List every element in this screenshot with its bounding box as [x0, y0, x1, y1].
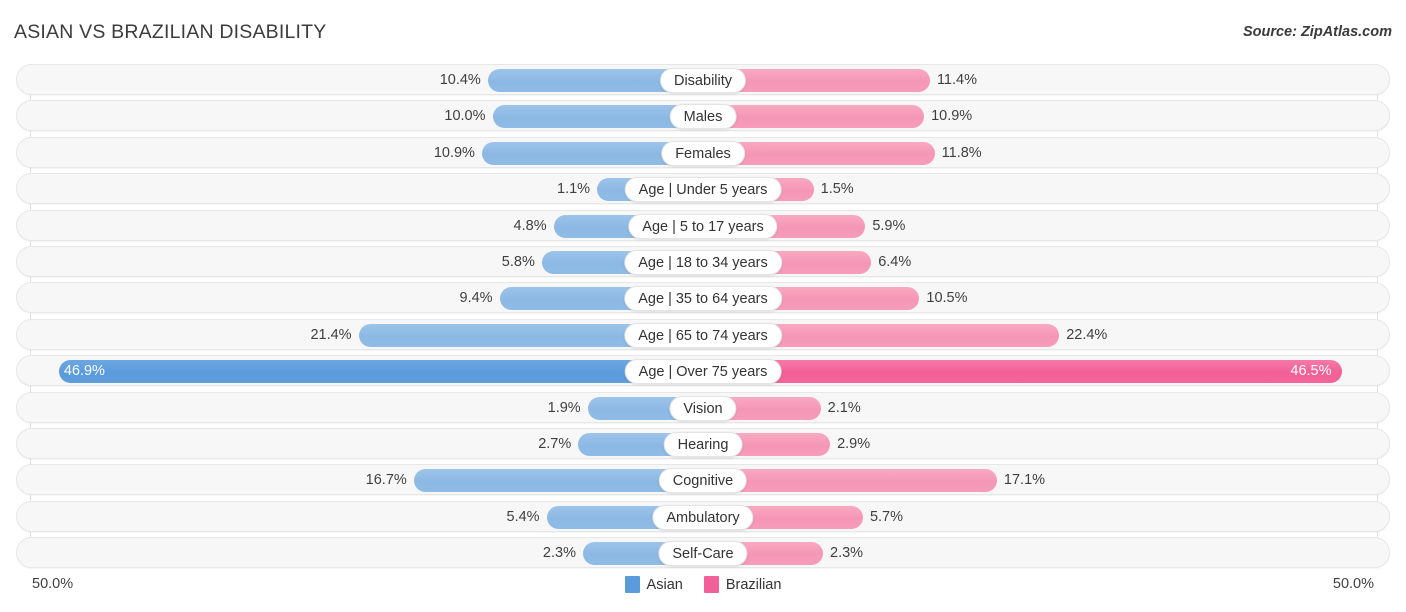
bar-brazilian [704, 469, 997, 493]
bar-value-brazilian: 11.4% [936, 72, 977, 88]
bar-value-asian: 1.9% [547, 399, 581, 416]
bar-value-brazilian: 2.9% [837, 435, 871, 452]
bar-value-brazilian: 10.9% [931, 108, 973, 125]
table-row[interactable]: 16.7% 17.1% Cognitive [16, 464, 1390, 496]
legend-item[interactable]: Brazilian [703, 576, 782, 593]
bar-value-brazilian: 2.3% [830, 545, 864, 562]
row-category-label[interactable]: Males [669, 104, 737, 130]
row-category-label[interactable]: Cognitive [658, 468, 748, 494]
table-row[interactable]: 5.4% 5.7% Ambulatory [16, 500, 1390, 532]
bar-value-brazilian: 46.5% [1290, 363, 1332, 380]
row-category-label[interactable]: Age | Under 5 years [624, 177, 782, 203]
row-category-label[interactable]: Age | 18 to 34 years [624, 249, 782, 275]
bar-value-brazilian: 17.1% [1003, 472, 1046, 489]
legend-item[interactable]: Asian [624, 576, 683, 593]
bar-value-asian: 10.4% [439, 72, 481, 88]
row-category-label[interactable]: Age | Over 75 years [624, 359, 782, 385]
bar-value-brazilian: 10.5% [926, 290, 968, 307]
table-row[interactable]: 4.8% 5.9% Age | 5 to 17 years [16, 209, 1390, 241]
bar-value-brazilian: 22.4% [1066, 326, 1108, 343]
table-row[interactable]: 5.8% 6.4% Age | 18 to 34 years [16, 245, 1390, 277]
row-category-label[interactable]: Age | 5 to 17 years [628, 213, 778, 239]
bar-asian [58, 360, 702, 384]
bar-value-asian: 4.8% [513, 217, 547, 234]
bar-value-brazilian: 1.5% [820, 181, 854, 198]
bar-value-asian: 2.7% [538, 435, 572, 452]
table-row[interactable]: 2.3% 2.3% Self-Care [16, 537, 1390, 569]
bar-row-list: 10.4% 11.4% Disability 10.0% 10.9% Males 10.9%… [0, 64, 1406, 573]
bar-value-asian: 1.1% [557, 181, 591, 198]
row-category-label[interactable]: Disability [659, 68, 747, 93]
bar-value-asian: 10.9% [433, 144, 475, 161]
table-row[interactable]: 1.9% 2.1% Vision [16, 391, 1390, 423]
bar-value-brazilian: 2.1% [827, 399, 861, 416]
source-attribution: Source: ZipAtlas.com [1242, 24, 1392, 40]
bar-value-asian: 9.4% [459, 290, 493, 307]
row-category-label[interactable]: Age | 35 to 64 years [624, 286, 782, 312]
bar-value-brazilian: 5.9% [872, 217, 906, 234]
bar-value-asian: 46.9% [63, 363, 105, 380]
bar-value-asian: 10.0% [444, 108, 486, 125]
row-category-label[interactable]: Self-Care [658, 541, 748, 567]
bar-value-brazilian: 11.8% [941, 144, 982, 161]
legend-label: Asian [646, 576, 683, 593]
bar-value-asian: 16.7% [365, 472, 407, 489]
row-category-label[interactable]: Hearing [663, 431, 743, 457]
table-row[interactable]: 21.4% 22.4% Age | 65 to 74 years [16, 318, 1390, 350]
row-category-label[interactable]: Vision [669, 395, 737, 421]
chart-page: ASIAN VS BRAZILIAN DISABILITY Source: Zi… [0, 0, 1406, 612]
table-row[interactable]: 9.4% 10.5% Age | 35 to 64 years [16, 282, 1390, 314]
bar-brazilian [704, 360, 1343, 384]
legend-label: Brazilian [725, 576, 782, 593]
row-category-label[interactable]: Age | 65 to 74 years [624, 322, 782, 348]
table-row[interactable]: 1.1% 1.5% Age | Under 5 years [16, 173, 1390, 205]
row-category-label[interactable]: Ambulatory [652, 504, 754, 530]
chart-legend: Asian Brazilian [0, 576, 1406, 593]
bar-brazilian [704, 105, 925, 129]
row-category-label[interactable]: Females [661, 140, 745, 166]
legend-swatch-icon [624, 576, 640, 593]
plot-area: 10.4% 11.4% Disability 10.0% 10.9% Males 10.9%… [0, 64, 1406, 572]
bar-value-brazilian: 6.4% [878, 253, 912, 270]
bar-value-brazilian: 5.7% [869, 508, 904, 525]
table-row[interactable]: 10.0% 10.9% Males [16, 100, 1390, 132]
bar-value-asian: 5.4% [506, 508, 540, 525]
chart-footer: 50.0% 50.0% Asian Brazilian [0, 576, 1406, 612]
table-row[interactable]: 10.9% 11.8% Females [16, 136, 1390, 168]
table-row[interactable]: 46.9% 46.5% Age | Over 75 years [16, 355, 1390, 387]
table-row[interactable]: 10.4% 11.4% Disability [16, 64, 1390, 95]
table-row[interactable]: 2.7% 2.9% Hearing [16, 427, 1390, 459]
legend-swatch-icon [703, 576, 719, 593]
bar-value-asian: 21.4% [310, 326, 352, 343]
bar-value-asian: 2.3% [542, 545, 576, 562]
bar-value-asian: 5.8% [501, 253, 535, 270]
page-title: ASIAN VS BRAZILIAN DISABILITY [14, 21, 327, 43]
